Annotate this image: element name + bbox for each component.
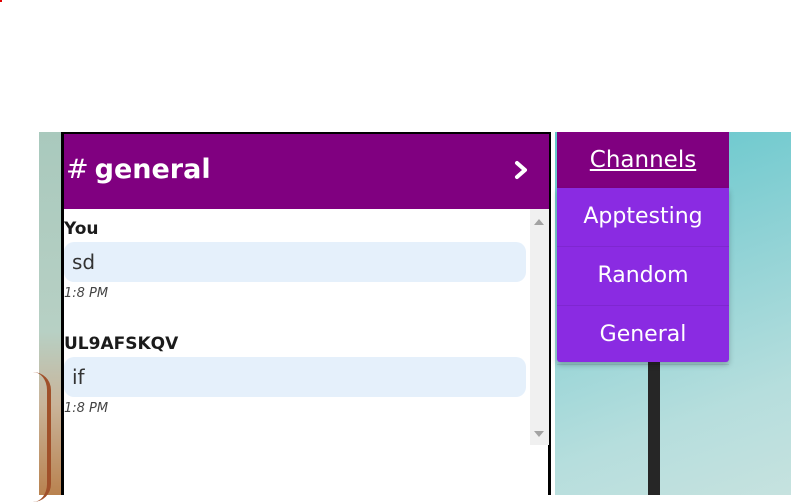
channel-name: general [94, 154, 211, 185]
corner-marker [0, 0, 2, 2]
channel-hash: # [66, 154, 89, 185]
message-bubble: sd [64, 242, 526, 282]
background-image-left [39, 132, 62, 502]
channel-title: # general [66, 154, 211, 185]
message-author: You [64, 219, 99, 239]
chat-header: # general [64, 134, 549, 209]
message-item: You sd 1:8 PM [64, 219, 530, 301]
chat-panel: # general You sd 1:8 PM UL9AFSKQV if 1:8 … [61, 132, 551, 495]
message-item: UL9AFSKQV if 1:8 PM [64, 334, 530, 416]
message-list[interactable]: You sd 1:8 PM UL9AFSKQV if 1:8 PM [64, 209, 549, 445]
channels-menu: Apptesting Random General [557, 188, 729, 365]
message-time: 1:8 PM [64, 401, 109, 416]
message-bubble: if [64, 357, 526, 397]
channel-item-general[interactable]: General [557, 306, 729, 365]
channel-item-random[interactable]: Random [557, 247, 729, 306]
message-scrollbar[interactable] [530, 209, 549, 445]
message-time: 1:8 PM [64, 286, 109, 301]
channel-item-apptesting[interactable]: Apptesting [557, 188, 729, 247]
message-author: UL9AFSKQV [64, 334, 179, 354]
channels-dropdown-toggle[interactable]: Channels [557, 132, 729, 188]
chevron-right-icon-graphic [515, 161, 527, 179]
chevron-right-icon[interactable] [510, 159, 532, 181]
scroll-down-arrow-icon[interactable] [534, 431, 544, 437]
scroll-up-arrow-icon[interactable] [534, 219, 544, 225]
background-pole [648, 362, 660, 495]
